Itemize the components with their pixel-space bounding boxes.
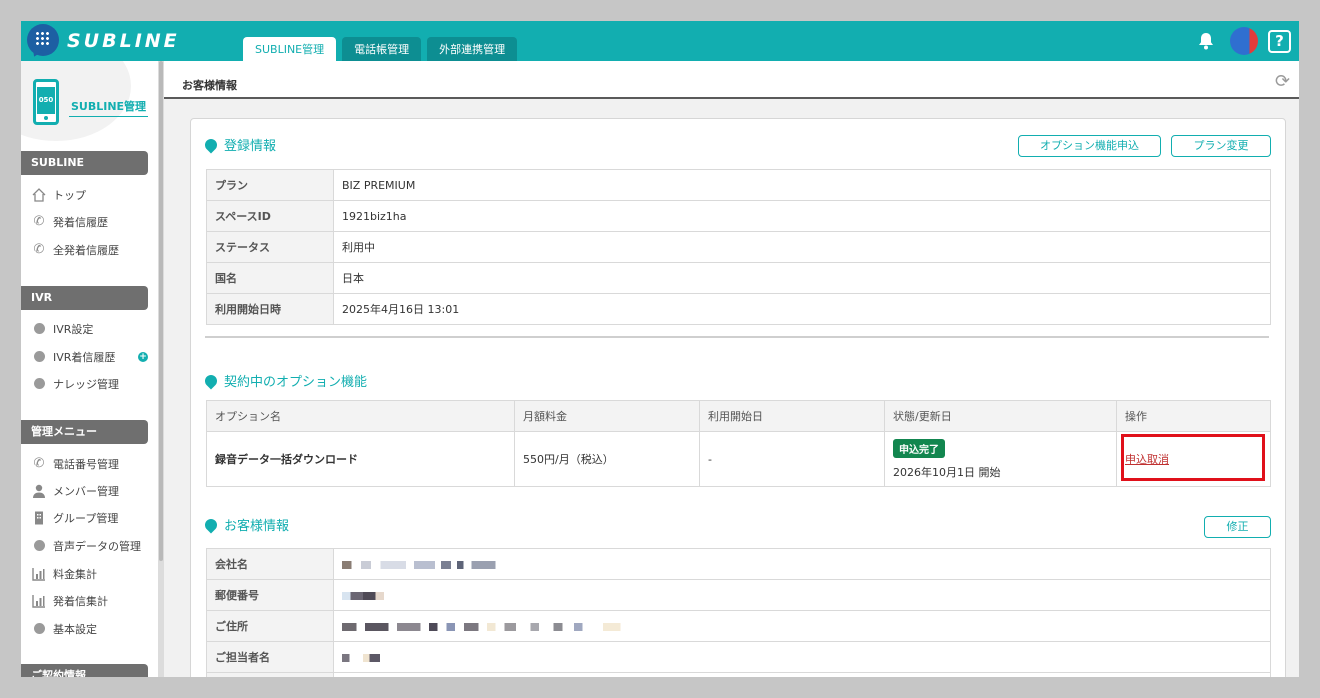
tab-phonebook[interactable]: 電話帳管理 xyxy=(342,37,422,61)
sidebar-item-ivr-history[interactable]: IVR着信履歴 xyxy=(31,348,115,366)
sidebar-item-label: グループ管理 xyxy=(53,512,119,525)
pin-icon xyxy=(202,136,220,153)
options-table: オプション名 月額料金 利用開始日 状態/更新日 操作 録音データ一括ダウンロー… xyxy=(206,400,1271,487)
main-tabs: SUBLINE管理 電話帳管理 外部連携管理 xyxy=(243,37,523,61)
sidebar-section-admin: 管理メニュー xyxy=(21,420,148,444)
customer-card: 登録情報 オプション機能申込 プラン変更 プラン BIZ PREMIUM スペース… xyxy=(190,118,1286,677)
app-window: SUBLINE SUBLINE管理 電話帳管理 外部連携管理 ? 050 SUB… xyxy=(21,21,1299,677)
sidebar-item-audio-data[interactable]: 音声データの管理 xyxy=(31,537,141,555)
help-icon[interactable]: ? xyxy=(1268,29,1291,53)
table-row: 利用開始日時 2025年4月16日 13:01 xyxy=(206,293,1271,325)
sidebar-item-label: 発着信集計 xyxy=(53,595,108,608)
refresh-icon[interactable]: ⟳ xyxy=(1275,72,1295,92)
phone-call-icon: ✆ xyxy=(33,214,45,229)
sidebar-item-label: トップ xyxy=(53,189,86,202)
sidebar-item-all-call-history[interactable]: ✆ 全発着信履歴 xyxy=(31,241,119,259)
bar-chart-icon xyxy=(32,568,45,581)
sidebar-item-members[interactable]: メンバー管理 xyxy=(31,482,119,500)
bullet-icon xyxy=(31,321,47,337)
sidebar-item-top[interactable]: トップ xyxy=(31,186,86,204)
bar-chart-icon xyxy=(32,595,45,608)
options-section-title: 契約中のオプション機能 xyxy=(202,371,367,390)
logo-chat-icon xyxy=(27,24,59,60)
sidebar-item-knowledge[interactable]: ナレッジ管理 xyxy=(31,375,119,393)
table-row: ご担当者名 xyxy=(206,641,1271,673)
sidebar-item-label: 全発着信履歴 xyxy=(53,244,119,257)
logo-text[interactable]: SUBLINE xyxy=(67,30,180,52)
sidebar-item-billing[interactable]: 料金集計 xyxy=(31,565,97,583)
redacted-value xyxy=(333,610,1271,642)
sidebar-brand-label: SUBLINE管理 xyxy=(71,100,147,113)
plus-circle-icon[interactable]: + xyxy=(138,352,148,362)
sidebar-item-label: IVR設定 xyxy=(53,323,94,336)
sidebar-item-ivr-settings[interactable]: IVR設定 xyxy=(31,320,93,338)
sidebar-item-label: ナレッジ管理 xyxy=(53,378,119,391)
sidebar-item-label: 発着信履歴 xyxy=(53,216,108,229)
customer-section-title: お客様情報 xyxy=(202,515,289,534)
sidebar-item-call-history[interactable]: ✆ 発着信履歴 xyxy=(31,213,108,231)
table-header-row: オプション名 月額料金 利用開始日 状態/更新日 操作 xyxy=(206,400,1271,432)
bullet-icon xyxy=(31,376,47,392)
sidebar: 050 SUBLINE管理 SUBLINE トップ ✆ 発着信履歴 ✆ 全発着信… xyxy=(21,61,158,677)
table-row: スペースID 1921biz1ha xyxy=(206,200,1271,232)
table-row xyxy=(206,672,1271,677)
sidebar-item-label: IVR着信履歴 xyxy=(53,351,116,364)
home-icon xyxy=(32,188,46,202)
status-badge: 申込完了 xyxy=(893,438,945,458)
sidebar-item-basic-settings[interactable]: 基本設定 xyxy=(31,620,97,638)
edit-button[interactable]: 修正 xyxy=(1204,516,1271,538)
highlight-box xyxy=(1121,434,1265,481)
redacted-value xyxy=(333,641,1271,673)
status-date: 2026年10月1日 開始 xyxy=(893,465,1001,479)
table-row: 録音データ一括ダウンロード 550円/月（税込） - 申込完了 2026年10月… xyxy=(206,431,1271,487)
bullet-icon xyxy=(31,621,47,637)
sidebar-item-phone-numbers[interactable]: ✆ 電話番号管理 xyxy=(31,455,119,473)
sidebar-item-groups[interactable]: グループ管理 xyxy=(31,509,118,527)
sidebar-item-label: 音声データの管理 xyxy=(53,540,141,553)
redacted-value xyxy=(333,548,1271,580)
pin-icon xyxy=(202,372,220,389)
bullet-icon xyxy=(31,349,47,365)
sidebar-section-ivr: IVR xyxy=(21,286,148,310)
tab-subline[interactable]: SUBLINE管理 xyxy=(243,37,337,61)
table-row: 会社名 xyxy=(206,548,1271,580)
table-row: ご住所 xyxy=(206,610,1271,642)
customer-table: 会社名 郵便番号 ご住所 ご担当者名 xyxy=(206,548,1271,677)
sidebar-item-label: メンバー管理 xyxy=(53,485,119,498)
sidebar-section-subline: SUBLINE xyxy=(21,151,148,175)
plan-change-button[interactable]: プラン変更 xyxy=(1171,135,1271,157)
building-icon xyxy=(35,511,43,525)
user-icon xyxy=(33,484,45,498)
registration-table: プラン BIZ PREMIUM スペースID 1921biz1ha ステータス 利用中… xyxy=(206,169,1271,325)
bullet-icon xyxy=(31,538,47,554)
main-content: お客様情報 ⟳ 登録情報 オプション機能申込 プラン変更 プラン BIZ PREM… xyxy=(164,61,1299,677)
table-row: プラン BIZ PREMIUM xyxy=(206,169,1271,201)
table-row: 郵便番号 xyxy=(206,579,1271,611)
sidebar-brand[interactable]: 050 SUBLINE管理 xyxy=(21,61,158,151)
sidebar-item-label: 電話番号管理 xyxy=(53,458,119,471)
redacted-value xyxy=(333,579,1271,611)
phone-icon: ✆ xyxy=(33,456,45,471)
phone-icon: 050 xyxy=(33,79,59,125)
table-row: 国名 日本 xyxy=(206,262,1271,294)
user-avatar[interactable] xyxy=(1230,27,1258,55)
sidebar-item-label: 料金集計 xyxy=(53,568,97,581)
bell-icon[interactable] xyxy=(1196,31,1216,51)
page-title: お客様情報 xyxy=(182,79,237,92)
table-row: ステータス 利用中 xyxy=(206,231,1271,263)
phone-call-icon: ✆ xyxy=(33,242,45,257)
sidebar-section-contract: ご契約情報 xyxy=(21,664,148,677)
top-header: SUBLINE SUBLINE管理 電話帳管理 外部連携管理 ? xyxy=(21,21,1299,61)
registration-section-title: 登録情報 xyxy=(202,135,276,154)
section-divider xyxy=(205,336,1269,338)
header-actions: ? xyxy=(1196,27,1291,55)
tab-external[interactable]: 外部連携管理 xyxy=(427,37,518,61)
sidebar-item-label: 基本設定 xyxy=(53,623,97,636)
sidebar-item-call-stats[interactable]: 発着信集計 xyxy=(31,592,108,610)
pin-icon xyxy=(202,516,220,533)
page-header: お客様情報 ⟳ xyxy=(164,61,1299,99)
option-apply-button[interactable]: オプション機能申込 xyxy=(1018,135,1161,157)
